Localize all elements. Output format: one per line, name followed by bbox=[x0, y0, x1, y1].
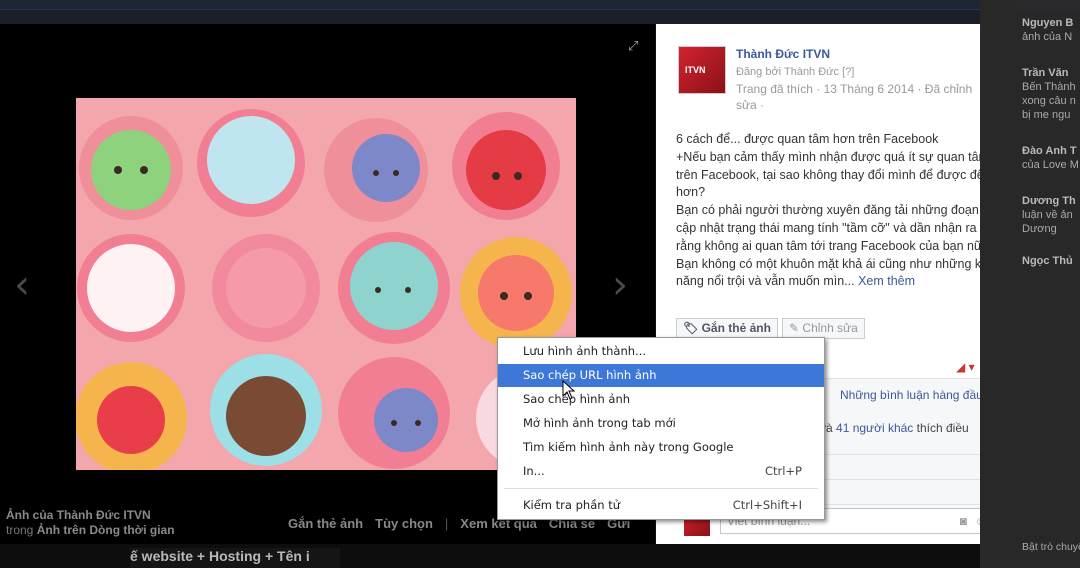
separator: | bbox=[444, 516, 449, 531]
comment-sort-dropdown[interactable]: Những bình luận hàng đầu▾ bbox=[840, 388, 989, 402]
ticker-item[interactable]: Nguyen B ảnh của N bbox=[1022, 16, 1080, 44]
ticker-sub: của Love M bbox=[1022, 159, 1079, 171]
ticker-name: Ngọc Thủ bbox=[1022, 255, 1073, 267]
page-avatar[interactable] bbox=[678, 46, 726, 94]
expand-icon[interactable]: ⤢ bbox=[628, 38, 638, 54]
menu-item-print[interactable]: In... Ctrl+P bbox=[498, 460, 824, 483]
context-menu: Lưu hình ảnh thành... Sao chép URL hình … bbox=[497, 337, 825, 520]
caption-prefix: trong bbox=[6, 523, 34, 537]
edit-label: Chỉnh sửa bbox=[802, 321, 858, 335]
ticker-item[interactable]: Dương Th luận về ản Dương bbox=[1022, 194, 1080, 236]
menu-item-label: Mở hình ảnh trong tab mới bbox=[523, 416, 676, 430]
menu-item-label: Sao chép hình ảnh bbox=[523, 392, 631, 406]
menu-item-shortcut: Ctrl+P bbox=[764, 464, 802, 478]
caption-album[interactable]: Ảnh trên Dòng thời gian bbox=[37, 523, 175, 537]
browser-top-bar bbox=[0, 0, 1080, 10]
edit-button[interactable]: ✎ Chỉnh sửa bbox=[782, 318, 865, 339]
ad-bar[interactable]: ế website + Hosting + Tên i bbox=[130, 548, 340, 568]
options-link[interactable]: Tùy chọn bbox=[375, 516, 433, 531]
menu-item-label: In... bbox=[523, 464, 545, 478]
menu-item-label: Kiểm tra phần tử bbox=[523, 498, 620, 512]
tag-photo-label: Gắn thẻ ảnh bbox=[701, 321, 771, 335]
post-text: 6 cách để... được quan tâm hơn trên Face… bbox=[676, 131, 1001, 291]
ticker-sub: luận về ản Dương bbox=[1022, 209, 1073, 235]
comment-sort-label: Những bình luận hàng đầu bbox=[840, 388, 983, 402]
menu-item-search-google[interactable]: Tìm kiếm hình ảnh này trong Google bbox=[498, 436, 824, 459]
ticker-sidebar: Nguyen B ảnh của N Trần Văn Bến Thành xong… bbox=[1016, 0, 1080, 568]
menu-item-inspect-element[interactable]: Kiểm tra phần tử Ctrl+Shift+I bbox=[498, 494, 824, 517]
likes-suffix: thích điều bbox=[916, 421, 969, 435]
post-body: 6 cách để... được quan tâm hơn trên Face… bbox=[676, 132, 996, 289]
menu-item-copy-image-url[interactable]: Sao chép URL hình ảnh bbox=[498, 364, 824, 387]
ticker-sub: Bến Thành xong câu n bị me ngu bbox=[1022, 81, 1076, 121]
pencil-icon: ✎ bbox=[789, 321, 800, 335]
ticker-name: Đào Anh T bbox=[1022, 145, 1077, 157]
menu-item-open-image-new-tab[interactable]: Mở hình ảnh trong tab mới bbox=[498, 412, 824, 435]
post-meta: Trang đã thích · 13 Tháng 6 2014 · Đã ch… bbox=[736, 82, 973, 112]
menu-item-label: Sao chép URL hình ảnh bbox=[523, 368, 657, 382]
background-strip bbox=[0, 10, 980, 24]
menu-item-copy-image[interactable]: Sao chép hình ảnh bbox=[498, 388, 824, 411]
ticker-item[interactable]: Ngọc Thủ bbox=[1022, 254, 1080, 268]
ticker-item[interactable]: Trần Văn Bến Thành xong câu n bị me ngu bbox=[1022, 66, 1080, 122]
posted-by: Đăng bởi Thành Đức [?] bbox=[736, 66, 855, 78]
photo-caption: Ảnh của Thành Đức ITVN trong Ảnh trên Dò… bbox=[6, 508, 175, 538]
tag-icon: 🏷 bbox=[683, 321, 699, 335]
ticker-item[interactable]: Đào Anh T của Love M bbox=[1022, 144, 1080, 172]
ticker-name: Nguyen B bbox=[1022, 17, 1074, 29]
menu-item-save-image[interactable]: Lưu hình ảnh thành... bbox=[498, 340, 824, 363]
next-arrow-icon[interactable]: › bbox=[612, 262, 628, 308]
page-name[interactable]: Thành Đức ITVN bbox=[736, 47, 830, 61]
menu-item-shortcut: Ctrl+Shift+I bbox=[732, 498, 802, 512]
menu-item-label: Tìm kiếm hình ảnh này trong Google bbox=[523, 440, 734, 454]
ticker-sub: ảnh của N bbox=[1022, 31, 1073, 43]
share-icon[interactable]: ◢ ▾ bbox=[956, 360, 975, 374]
chat-toggle[interactable]: Bật trò chuyện bbox=[1022, 540, 1080, 554]
tag-photo-button[interactable]: 🏷 Gắn thẻ ảnh bbox=[676, 318, 778, 339]
see-more-link[interactable]: Xem thêm bbox=[858, 274, 915, 288]
menu-item-label: Lưu hình ảnh thành... bbox=[523, 344, 647, 358]
tag-photo-link[interactable]: Gắn thẻ ảnh bbox=[288, 516, 363, 531]
likes-others-link[interactable]: 41 người khác bbox=[836, 421, 913, 435]
menu-separator bbox=[504, 488, 818, 489]
ticker-name: Trần Văn bbox=[1022, 67, 1069, 79]
caption-title[interactable]: Ảnh của Thành Đức ITVN bbox=[6, 508, 151, 522]
likes-summary: và 41 người khác thích điều bbox=[820, 420, 1000, 436]
ticker-name: Dương Th bbox=[1022, 195, 1076, 207]
camera-icon[interactable]: ◙ bbox=[960, 509, 967, 533]
right-strip bbox=[980, 0, 1016, 568]
previous-arrow-icon[interactable]: ‹ bbox=[14, 262, 30, 308]
